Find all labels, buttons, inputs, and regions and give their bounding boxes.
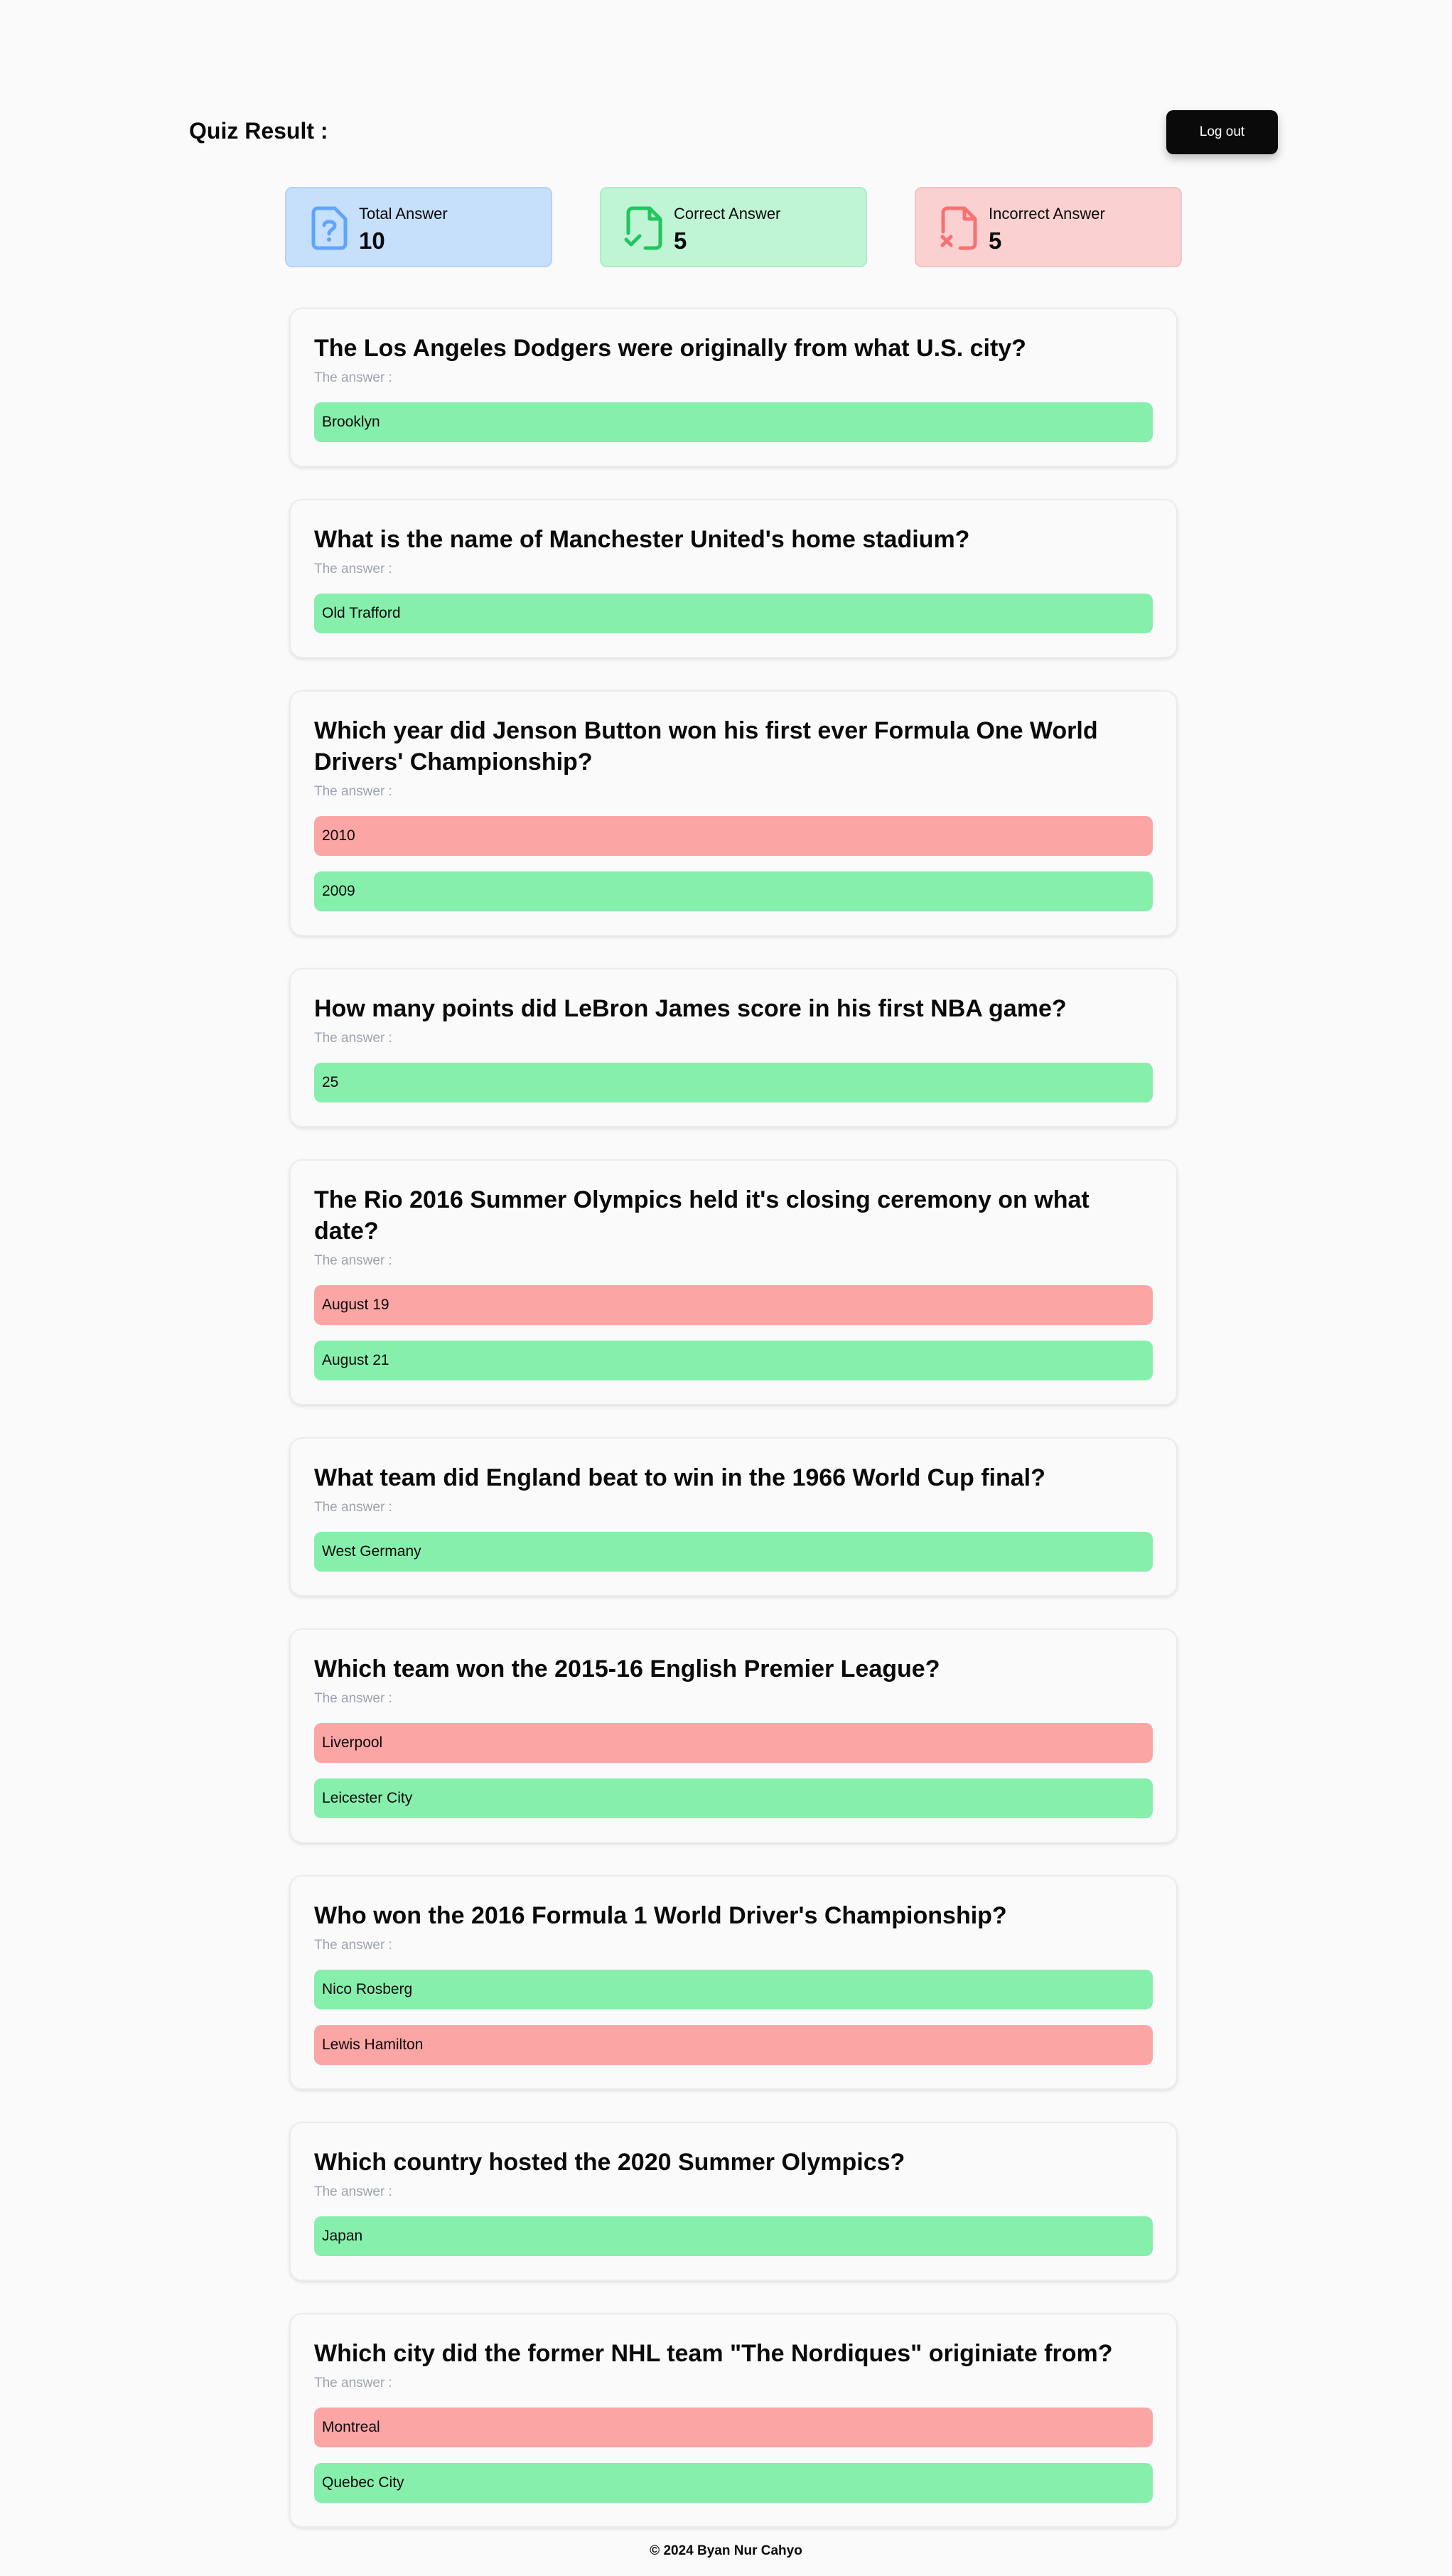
question-card: What is the name of Manchester United's … [289,499,1178,658]
x-file-icon [940,206,977,250]
correct-answer-option: Nico Rosberg [314,1970,1153,2009]
answer-list: 2010 2009 [314,816,1153,911]
answer-caption: The answer : [314,1938,392,1953]
correct-answer-option: Japan [314,2216,1153,2256]
answer-caption: The answer : [314,1253,392,1268]
incorrect-answer-card: Incorrect Answer 5 [915,187,1182,267]
question-file-icon [311,206,348,250]
stat-value: 5 [989,227,1002,254]
correct-answer-option: Quebec City [314,2463,1153,2503]
check-file-icon [624,206,662,250]
answer-caption: The answer : [314,1691,392,1706]
answer-list: West Germany [314,1532,1153,1572]
question-title: Which year did Jenson Button won his fir… [314,717,1098,776]
question-card: How many points did LeBron James score i… [289,968,1178,1127]
question-title: Which team won the 2015-16 English Premi… [314,1655,940,1683]
correct-answer-option: 2009 [314,871,1153,911]
stat-value: 10 [359,227,385,254]
question-card: Who won the 2016 Formula 1 World Driver'… [289,1875,1178,2090]
page-title: Quiz Result : [189,118,328,144]
answer-caption: The answer : [314,1031,392,1046]
correct-answer-option: August 21 [314,1341,1153,1380]
correct-answer-option: Brooklyn [314,402,1153,442]
answer-list: Nico Rosberg Lewis Hamilton [314,1970,1153,2065]
answer-caption: The answer : [314,1500,392,1515]
question-card: Which team won the 2015-16 English Premi… [289,1628,1178,1843]
question-card: The Los Angeles Dodgers were originally … [289,308,1178,467]
stat-label: Incorrect Answer [989,205,1105,222]
incorrect-answer-option: Montreal [314,2408,1153,2447]
question-title: Which city did the former NHL team "The … [314,2340,1113,2367]
incorrect-answer-option: August 19 [314,1285,1153,1325]
correct-answer-card: Correct Answer 5 [600,187,867,267]
question-title: What is the name of Manchester United's … [314,526,970,553]
question-title: How many points did LeBron James score i… [314,995,1067,1022]
question-title: The Los Angeles Dodgers were originally … [314,335,1026,362]
answer-list: Old Trafford [314,594,1153,633]
question-card: The Rio 2016 Summer Olympics held it's c… [289,1159,1178,1405]
footer-copyright: © 2024 Byan Nur Cahyo [650,2543,802,2558]
incorrect-answer-option: Lewis Hamilton [314,2025,1153,2065]
question-title: The Rio 2016 Summer Olympics held it's c… [314,1186,1090,1245]
answer-caption: The answer : [314,784,392,799]
stat-value: 5 [674,227,687,254]
answer-caption: The answer : [314,2376,392,2390]
question-card: Which city did the former NHL team "The … [289,2313,1178,2528]
stat-label: Total Answer [359,205,448,222]
question-title: Who won the 2016 Formula 1 World Driver'… [314,1902,1007,1929]
answer-list: Montreal Quebec City [314,2408,1153,2503]
correct-answer-option: 25 [314,1063,1153,1102]
question-card: What team did England beat to win in the… [289,1437,1178,1596]
stats-row: Total Answer 10 Correct Answer 5 Incorre… [285,187,1182,267]
answer-list: Japan [314,2216,1153,2256]
correct-answer-option: Old Trafford [314,594,1153,633]
question-title: What team did England beat to win in the… [314,1464,1045,1491]
answer-list: Liverpool Leicester City [314,1723,1153,1818]
correct-answer-option: Leicester City [314,1778,1153,1818]
question-card: Which year did Jenson Button won his fir… [289,690,1178,936]
question-card: Which country hosted the 2020 Summer Oly… [289,2122,1178,2281]
answer-caption: The answer : [314,562,392,576]
correct-answer-option: West Germany [314,1532,1153,1572]
total-answer-card: Total Answer 10 [285,187,552,267]
page-header: Quiz Result : Log out [189,110,1278,156]
incorrect-answer-option: 2010 [314,816,1153,856]
question-title: Which country hosted the 2020 Summer Oly… [314,2149,905,2176]
incorrect-answer-option: Liverpool [314,1723,1153,1763]
logout-button[interactable]: Log out [1166,110,1278,154]
answer-caption: The answer : [314,2184,392,2199]
answer-caption: The answer : [314,370,392,385]
answer-list: Brooklyn [314,402,1153,442]
question-list: The Los Angeles Dodgers were originally … [289,308,1178,2560]
stat-label: Correct Answer [674,205,781,222]
answer-list: 25 [314,1063,1153,1102]
answer-list: August 19 August 21 [314,1285,1153,1380]
